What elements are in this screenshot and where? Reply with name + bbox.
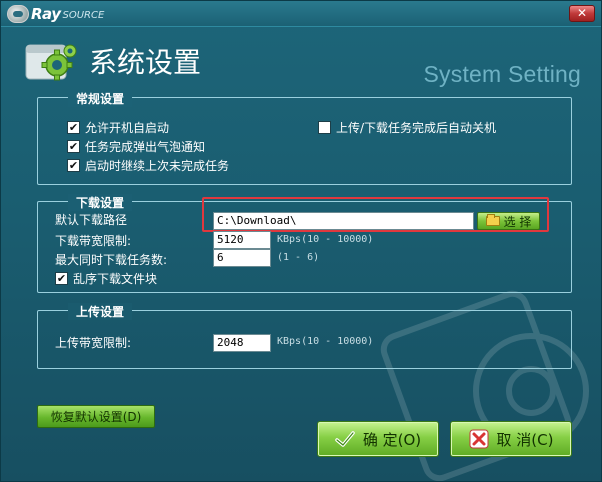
close-icon: ✕ xyxy=(576,6,588,20)
page-subtitle: System Setting xyxy=(423,61,581,87)
logo-mark-icon xyxy=(7,5,29,23)
raysource-logo: Ray SOURCE xyxy=(7,4,104,24)
path-highlight-box xyxy=(202,197,549,232)
continue-tasks-option[interactable]: ✔ 启动时继续上次未完成任务 xyxy=(67,157,229,174)
ok-button[interactable]: 确 定(O) xyxy=(317,421,439,457)
general-settings-legend: 常规设置 xyxy=(68,90,133,107)
random-blocks-checkbox[interactable]: ✔ xyxy=(55,272,68,285)
download-bandwidth-hint: KBps(10 - 10000) xyxy=(277,234,374,245)
upload-bandwidth-input[interactable]: 2048 xyxy=(213,334,271,352)
close-button[interactable]: ✕ xyxy=(569,5,595,22)
max-tasks-input[interactable]: 6 xyxy=(213,249,271,267)
upload-settings-legend: 上传设置 xyxy=(68,303,133,320)
restore-defaults-label: 恢复默认设置(D) xyxy=(50,410,142,424)
download-bandwidth-label: 下载带宽限制: xyxy=(55,234,132,248)
logo-brand-main: Ray xyxy=(31,5,61,23)
max-tasks-hint: (1 - 6) xyxy=(277,252,320,263)
page-title: 系统设置 xyxy=(89,46,202,79)
random-blocks-option[interactable]: ✔ 乱序下载文件块 xyxy=(55,270,157,287)
auto-shutdown-option[interactable]: 上传/下载任务完成后自动关机 xyxy=(318,119,496,136)
upload-bandwidth-label: 上传带宽限制: xyxy=(55,336,132,350)
autostart-option[interactable]: ✔ 允许开机自启动 xyxy=(67,119,169,136)
max-tasks-label: 最大同时下载任务数: xyxy=(55,253,168,267)
continue-tasks-checkbox[interactable]: ✔ xyxy=(67,159,80,172)
checkmark-icon xyxy=(335,431,355,447)
download-path-label: 默认下载路径 xyxy=(55,213,128,227)
continue-tasks-label: 启动时继续上次未完成任务 xyxy=(85,159,230,173)
cancel-button[interactable]: 取 消(C) xyxy=(450,421,572,457)
bubble-notify-checkbox[interactable]: ✔ xyxy=(67,140,80,153)
auto-shutdown-checkbox[interactable] xyxy=(318,121,331,134)
autostart-checkbox[interactable]: ✔ xyxy=(67,121,80,134)
auto-shutdown-label: 上传/下载任务完成后自动关机 xyxy=(336,121,497,135)
upload-bandwidth-hint: KBps(10 - 10000) xyxy=(277,336,374,347)
autostart-label: 允许开机自启动 xyxy=(85,121,170,135)
download-bandwidth-input[interactable]: 5120 xyxy=(213,231,271,249)
restore-defaults-button[interactable]: 恢复默认设置(D) xyxy=(37,405,155,428)
download-settings-legend: 下载设置 xyxy=(68,194,133,211)
x-icon xyxy=(469,429,489,449)
bubble-notify-option[interactable]: ✔ 任务完成弹出气泡通知 xyxy=(67,138,205,155)
cancel-button-label: 取 消(C) xyxy=(496,430,554,449)
settings-gears-icon xyxy=(25,44,77,81)
settings-window: Ray SOURCE ✕ 系统设置 System Setting 常规设置 ✔ … xyxy=(0,0,602,482)
random-blocks-label: 乱序下载文件块 xyxy=(73,272,158,286)
title-bar[interactable]: Ray SOURCE ✕ xyxy=(1,1,601,27)
logo-brand-sub: SOURCE xyxy=(62,10,105,21)
bubble-notify-label: 任务完成弹出气泡通知 xyxy=(85,140,206,154)
ok-button-label: 确 定(O) xyxy=(362,430,422,449)
